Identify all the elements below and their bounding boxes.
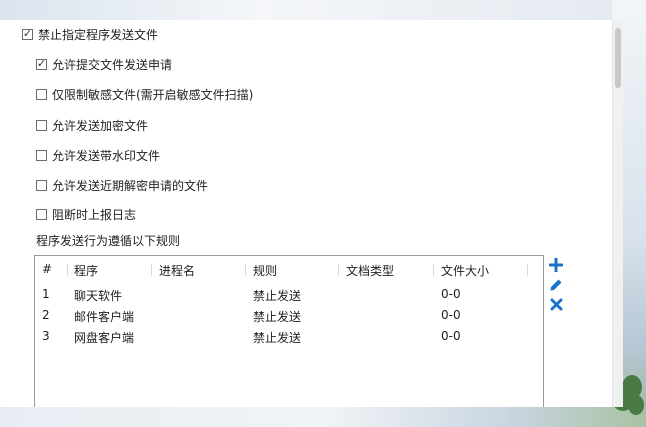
x-icon [550,298,562,310]
table-row[interactable]: 2 邮件客户端 禁止发送 0-0 [35,306,543,324]
cell-program: 聊天软件 [74,289,123,303]
option-label: 仅限制敏感文件(需开启敏感文件扫描) [52,87,254,102]
rules-table[interactable]: # 程序 进程名 规则 文档类型 文件大小 1 聊天软件 禁止发送 0-0 2 … [34,255,544,407]
delete-rule-button[interactable] [548,296,564,312]
cell-file-size: 0-0 [441,329,461,343]
column-header-file-size[interactable]: 文件大小 [441,262,489,279]
column-divider [151,264,152,276]
column-divider [433,264,434,276]
column-header-rule[interactable]: 规则 [253,262,277,279]
column-divider [338,264,339,276]
add-rule-button[interactable] [548,257,564,273]
cell-rule: 禁止发送 [253,289,302,303]
table-header: # 程序 进程名 规则 文档类型 文件大小 [35,260,543,278]
column-header-process[interactable]: 进程名 [159,262,195,279]
option-allow-encrypted[interactable]: 允许发送加密文件 [36,116,148,134]
cell-rule: 禁止发送 [253,331,302,345]
column-header-doc-type[interactable]: 文档类型 [346,262,394,279]
scrollbar-thumb[interactable] [615,28,621,88]
checkbox-allow-encrypted[interactable] [36,119,47,131]
checkbox-block-program-send[interactable] [22,28,33,40]
cell-program: 邮件客户端 [74,310,135,324]
table-row[interactable]: 3 网盘客户端 禁止发送 0-0 [35,327,543,345]
option-label: 允许提交文件发送申请 [52,57,173,72]
edit-rule-button[interactable] [548,277,564,293]
option-allow-submit-request[interactable]: 允许提交文件发送申请 [36,55,172,73]
vertical-scrollbar[interactable] [612,20,623,407]
checkbox-allow-watermark[interactable] [36,149,47,161]
cell-index: 1 [42,287,50,301]
checkbox-sensitive-only[interactable] [36,88,47,100]
checkbox-allow-submit-request[interactable] [36,58,47,70]
column-divider [527,264,528,276]
column-divider [67,264,68,276]
option-report-log[interactable]: 阻断时上报日志 [36,205,136,223]
cell-file-size: 0-0 [441,308,461,322]
cell-index: 2 [42,308,50,322]
cell-file-size: 0-0 [441,287,461,301]
option-label: 阻断时上报日志 [52,207,137,222]
background-top [0,0,646,22]
cell-program: 网盘客户端 [74,331,135,345]
option-block-program-send[interactable]: 禁止指定程序发送文件 [22,25,158,43]
checkbox-report-log[interactable] [36,208,47,220]
cell-index: 3 [42,329,50,343]
checkbox-allow-recent-decrypt[interactable] [36,179,47,191]
column-header-program[interactable]: 程序 [74,262,98,279]
column-header-index: # [42,262,53,276]
option-label: 允许发送近期解密申请的文件 [52,178,209,193]
column-divider [245,264,246,276]
option-sensitive-only[interactable]: 仅限制敏感文件(需开启敏感文件扫描) [36,85,253,103]
table-row[interactable]: 1 聊天软件 禁止发送 0-0 [35,285,543,303]
pencil-icon [550,279,562,291]
background-bottom [0,405,646,427]
rules-title: 程序发送行为遵循以下规则 [36,234,181,248]
plus-icon [549,258,563,272]
cell-rule: 禁止发送 [253,310,302,324]
option-label: 允许发送带水印文件 [52,148,161,163]
option-allow-watermark[interactable]: 允许发送带水印文件 [36,146,160,164]
option-label: 允许发送加密文件 [52,118,149,133]
option-allow-recent-decrypt[interactable]: 允许发送近期解密申请的文件 [36,176,208,194]
option-label: 禁止指定程序发送文件 [38,27,159,42]
